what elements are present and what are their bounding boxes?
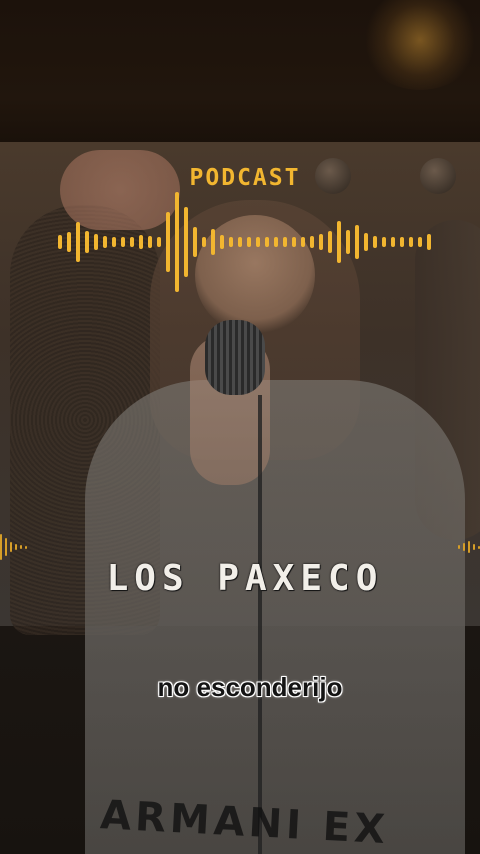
waveform-bar bbox=[121, 237, 125, 247]
waveform-bar bbox=[409, 237, 413, 247]
waveform-bar bbox=[382, 237, 386, 247]
waveform-bar bbox=[67, 232, 71, 252]
waveform-bar bbox=[283, 237, 287, 247]
waveform-bar bbox=[274, 237, 278, 247]
waveform-bar bbox=[364, 233, 368, 251]
side-waveform-bar bbox=[25, 545, 27, 549]
side-waveform-bar bbox=[10, 542, 12, 552]
waveform-bar bbox=[301, 237, 305, 247]
waveform-bar bbox=[76, 222, 80, 262]
waveform-bar bbox=[130, 237, 134, 247]
waveform-bar bbox=[328, 231, 332, 253]
side-waveform-bar bbox=[458, 545, 460, 549]
microphone-cable bbox=[258, 395, 262, 854]
waveform-bar bbox=[427, 234, 431, 250]
waveform-bar bbox=[337, 221, 341, 263]
waveform-bar bbox=[400, 237, 404, 247]
waveform-bar bbox=[193, 227, 197, 257]
waveform-bar bbox=[220, 235, 224, 249]
waveform-bar bbox=[229, 237, 233, 247]
waveform-bar bbox=[391, 237, 395, 247]
side-waveform-bar bbox=[15, 544, 17, 550]
waveform-bar bbox=[202, 237, 206, 247]
waveform-bar bbox=[94, 234, 98, 250]
waveform-bar bbox=[238, 237, 242, 247]
audio-waveform-icon bbox=[58, 185, 438, 295]
waveform-bar bbox=[157, 237, 161, 247]
side-waveform-bar bbox=[5, 538, 7, 556]
side-waveform-bar bbox=[20, 545, 22, 549]
waveform-bar bbox=[175, 192, 179, 292]
waveform-bar bbox=[166, 212, 170, 272]
waveform-bar bbox=[265, 237, 269, 247]
waveform-bar bbox=[373, 236, 377, 248]
video-frame[interactable]: ARMANI EX bbox=[0, 0, 480, 854]
handheld-microphone bbox=[205, 320, 265, 395]
waveform-bar bbox=[103, 236, 107, 248]
subtitle-caption: no esconderijo bbox=[157, 672, 343, 702]
side-waveform-bar bbox=[463, 543, 465, 551]
waveform-bar bbox=[85, 231, 89, 253]
side-waveform-bar bbox=[0, 534, 2, 560]
waveform-bar bbox=[355, 225, 359, 259]
waveform-bar bbox=[256, 237, 260, 247]
side-waveform-bar bbox=[468, 541, 470, 553]
waveform-bar bbox=[319, 234, 323, 250]
waveform-bar bbox=[418, 237, 422, 247]
waveform-bar bbox=[184, 207, 188, 277]
side-waveform-icon-left bbox=[0, 530, 40, 565]
side-waveform-bar bbox=[473, 544, 475, 550]
waveform-bar bbox=[148, 236, 152, 248]
waveform-bar bbox=[139, 235, 143, 249]
waveform-bar bbox=[310, 236, 314, 248]
show-title: LOS PAXECO bbox=[106, 558, 384, 599]
waveform-bar bbox=[292, 237, 296, 247]
waveform-bar bbox=[58, 235, 62, 249]
waveform-bar bbox=[112, 237, 116, 247]
waveform-bar bbox=[211, 229, 215, 255]
side-waveform-icon-right bbox=[458, 530, 480, 565]
waveform-bar bbox=[247, 237, 251, 247]
waveform-bar bbox=[346, 230, 350, 254]
